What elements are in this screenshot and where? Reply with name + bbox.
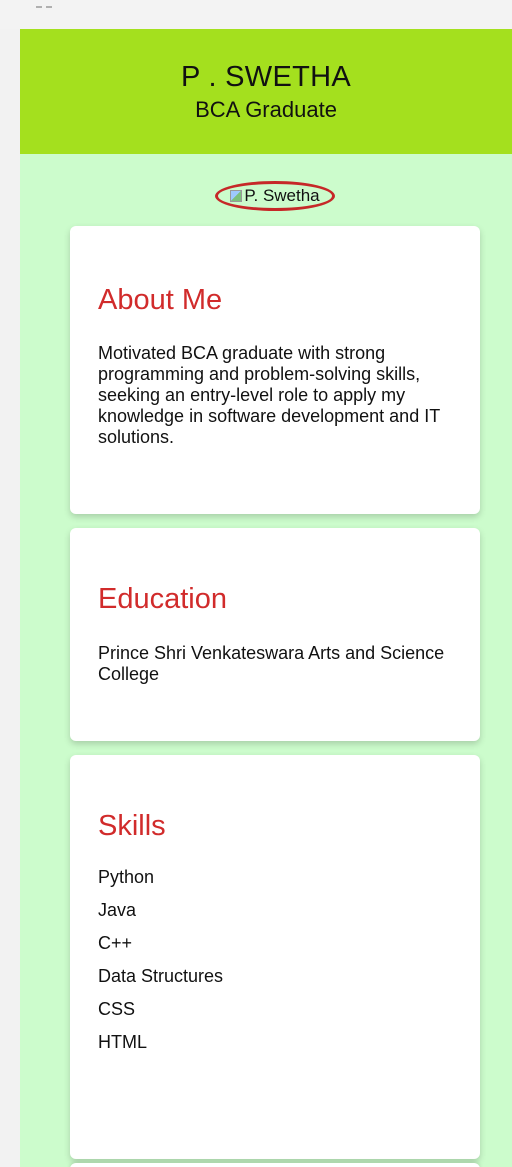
profile-image-alt: P. Swetha xyxy=(244,186,320,205)
skill-item: Java xyxy=(98,900,137,920)
profile-section: P. Swetha xyxy=(20,154,512,224)
education-title: Education xyxy=(98,583,227,615)
skills-title: Skills xyxy=(98,810,166,842)
skill-item: Data Structures xyxy=(98,966,224,986)
skill-item: HTML xyxy=(98,1032,147,1052)
browser-top-strip xyxy=(0,0,512,29)
about-title: About Me xyxy=(98,284,223,316)
header-role: BCA Graduate xyxy=(195,96,337,122)
header-name: P . SWETHA xyxy=(180,60,352,93)
profile-image: P. Swetha xyxy=(215,181,335,211)
skill-item: C++ xyxy=(98,933,133,953)
broken-image-icon xyxy=(230,190,243,202)
skills-list: Python Java C++ Data Structures CSS HTML xyxy=(98,867,452,1053)
about-card: About Me Motivated BCA graduate with str… xyxy=(70,226,480,514)
top-dash-mark xyxy=(36,6,52,10)
page-header: P . SWETHA BCA Graduate xyxy=(20,29,512,154)
skills-card: Skills Python Java C++ Data Structures C… xyxy=(70,755,480,1159)
skill-item: Python xyxy=(98,867,155,887)
about-text: Motivated BCA graduate with strong progr… xyxy=(98,343,440,447)
portfolio-page: P . SWETHA BCA Graduate P. Swetha About … xyxy=(20,29,512,1167)
skill-item: CSS xyxy=(98,999,136,1019)
education-text: Prince Shri Venkateswara Arts and Scienc… xyxy=(98,643,445,684)
education-card: Education Prince Shri Venkateswara Arts … xyxy=(70,528,480,741)
next-card-edge xyxy=(70,1163,480,1167)
